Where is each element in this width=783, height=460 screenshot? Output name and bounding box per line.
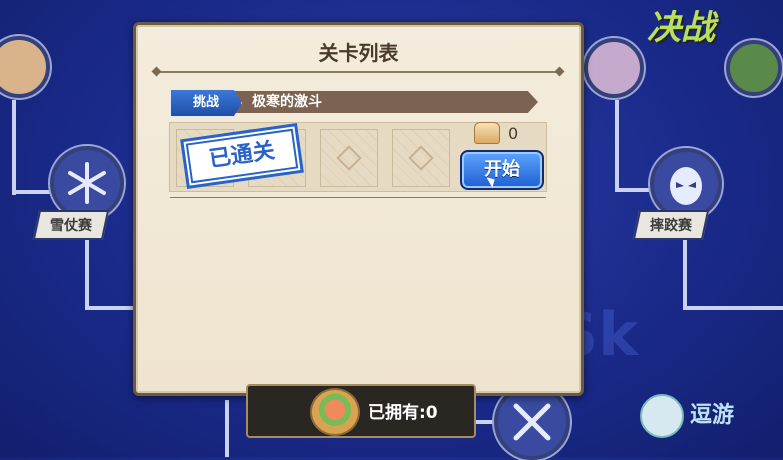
- stage-list-dialog: 关卡列表 挑战 极寒的激斗 已通关 0 开始: [133, 22, 584, 396]
- watermark-text: 逗游: [690, 403, 735, 428]
- wrestler-mask-icon: [670, 167, 702, 205]
- owned-item-bar: 已拥有:0: [246, 384, 476, 438]
- connector-line: [615, 188, 655, 192]
- title-divider: [158, 71, 558, 73]
- character-portrait-right[interactable]: [584, 38, 644, 98]
- connector-line: [85, 230, 89, 310]
- connector-line: [12, 100, 16, 195]
- connector-line: [683, 306, 783, 310]
- connector-line: [683, 230, 687, 310]
- connector-line: [85, 306, 135, 310]
- dialog-title: 关卡列表: [318, 41, 399, 65]
- start-button[interactable]: 开始: [460, 150, 544, 190]
- dish-icon: [310, 388, 360, 436]
- crossed-swords-icon: [513, 403, 551, 441]
- connector-line: [12, 190, 52, 194]
- character-portrait-far-right[interactable]: [726, 40, 782, 96]
- game-logo: 决战: [647, 8, 715, 48]
- event-label-left: 雪仗赛: [32, 210, 110, 240]
- slot-ornament: [408, 145, 434, 171]
- owned-count: 已拥有:0: [368, 403, 438, 423]
- connector-line: [225, 400, 229, 457]
- reward-slot: [320, 129, 378, 187]
- divider-ornament: [554, 66, 565, 77]
- bread-icon: [474, 122, 500, 144]
- tab-ribbon: [198, 91, 538, 113]
- event-label-right: 摔跤赛: [632, 210, 710, 240]
- character-portrait-left[interactable]: [0, 36, 50, 98]
- watermark-logo-icon: [640, 394, 684, 438]
- stage-group-title: 极寒的激斗: [252, 94, 322, 110]
- stage-cost: 0: [474, 122, 518, 144]
- tab-challenge[interactable]: 挑战: [170, 89, 242, 117]
- snowflake-icon: [68, 162, 106, 204]
- row-divider: [170, 197, 546, 198]
- event-node-snowball[interactable]: [50, 146, 124, 220]
- reward-slot: [392, 129, 450, 187]
- divider-ornament: [151, 66, 162, 77]
- slot-ornament: [336, 145, 362, 171]
- cost-value: 0: [508, 123, 519, 143]
- challenge-tab-bar[interactable]: 挑战 极寒的激斗: [170, 89, 545, 117]
- watermark: 逗游: [640, 394, 734, 438]
- connector-line: [615, 100, 619, 192]
